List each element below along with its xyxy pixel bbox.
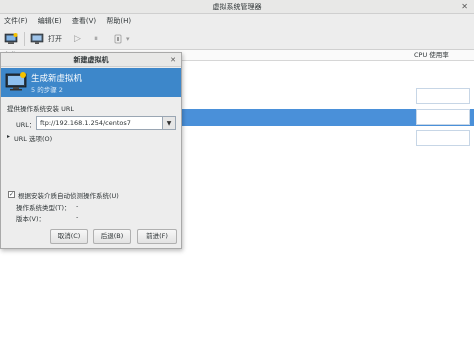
window-titlebar: 虚拟系统管理器 ✕ — [0, 0, 474, 14]
new-vm-monitor-icon — [5, 72, 27, 91]
cancel-button[interactable]: 取消(C) — [50, 229, 88, 244]
os-type-label: 操作系统类型(T)： — [16, 204, 71, 212]
menu-view[interactable]: 查看(V) — [68, 14, 100, 28]
cpu-usage-graph — [416, 88, 470, 104]
new-vm-icon — [4, 33, 18, 44]
menu-bar: 文件(F) 编辑(E) 查看(V) 帮助(H) — [0, 14, 474, 28]
autodetect-label[interactable]: 根据安装介质自动侦测操作系统(U) — [18, 190, 119, 200]
url-label: URL： — [16, 121, 36, 129]
pause-button[interactable]: ⏸ — [94, 31, 98, 47]
chevron-down-icon: ▼ — [166, 119, 172, 127]
shutdown-button[interactable] — [114, 31, 122, 47]
pause-icon: ⏸ — [94, 34, 98, 43]
monitor-icon — [30, 33, 44, 44]
play-icon: ▷ — [74, 34, 81, 44]
window-title: 虚拟系统管理器 — [212, 3, 262, 11]
dialog-banner: 生成新虚拟机 5 的步骤 2 — [1, 68, 181, 97]
autodetect-checkbox[interactable]: ✓ — [8, 191, 15, 198]
back-button[interactable]: 后退(B) — [93, 229, 131, 244]
new-vm-dialog: 新建虚拟机 ✕ 生成新虚拟机 5 的步骤 2 提供操作系统安装 URL URL：… — [0, 52, 182, 249]
banner-title: 生成新虚拟机 — [31, 74, 83, 84]
toolbar-separator — [24, 32, 25, 46]
new-vm-button[interactable] — [4, 31, 18, 47]
dialog-title: 新建虚拟机 — [73, 56, 109, 64]
shutdown-dropdown-button[interactable]: ▾ — [126, 31, 130, 47]
url-options-expander[interactable]: URL 选项(O) — [14, 133, 52, 143]
menu-edit[interactable]: 编辑(E) — [34, 14, 66, 28]
cpu-column-header[interactable]: CPU 使用率 — [414, 50, 449, 61]
checkmark-icon: ✓ — [9, 191, 15, 198]
chevron-down-icon: ▾ — [126, 35, 130, 43]
cpu-usage-graph — [416, 109, 470, 125]
dialog-close-icon[interactable]: ✕ — [170, 53, 176, 67]
toolbar: 打开 ▷ ⏸ ▾ — [0, 28, 474, 50]
window-close-icon[interactable]: ✕ — [461, 0, 468, 14]
os-type-value: - — [76, 202, 79, 210]
menu-help[interactable]: 帮助(H) — [102, 14, 135, 28]
dialog-titlebar: 新建虚拟机 ✕ — [1, 53, 181, 67]
version-label: 版本(V)： — [16, 215, 46, 223]
expander-arrow-icon[interactable]: ▸ — [7, 133, 10, 140]
url-input[interactable]: ftp://192.168.1.254/centos7 — [36, 116, 163, 130]
open-button[interactable]: 打开 — [30, 31, 62, 47]
banner-step: 5 的步骤 2 — [31, 86, 63, 94]
cpu-usage-graph — [416, 130, 470, 146]
url-dropdown-button[interactable]: ▼ — [162, 116, 176, 130]
run-button[interactable]: ▷ — [74, 31, 81, 47]
open-button-label: 打开 — [48, 35, 62, 43]
version-value: - — [76, 213, 79, 221]
install-url-section-label: 提供操作系统安装 URL — [7, 105, 74, 113]
menu-file[interactable]: 文件(F) — [0, 14, 32, 28]
forward-button[interactable]: 前进(F) — [137, 229, 177, 244]
shutdown-icon — [114, 34, 122, 44]
